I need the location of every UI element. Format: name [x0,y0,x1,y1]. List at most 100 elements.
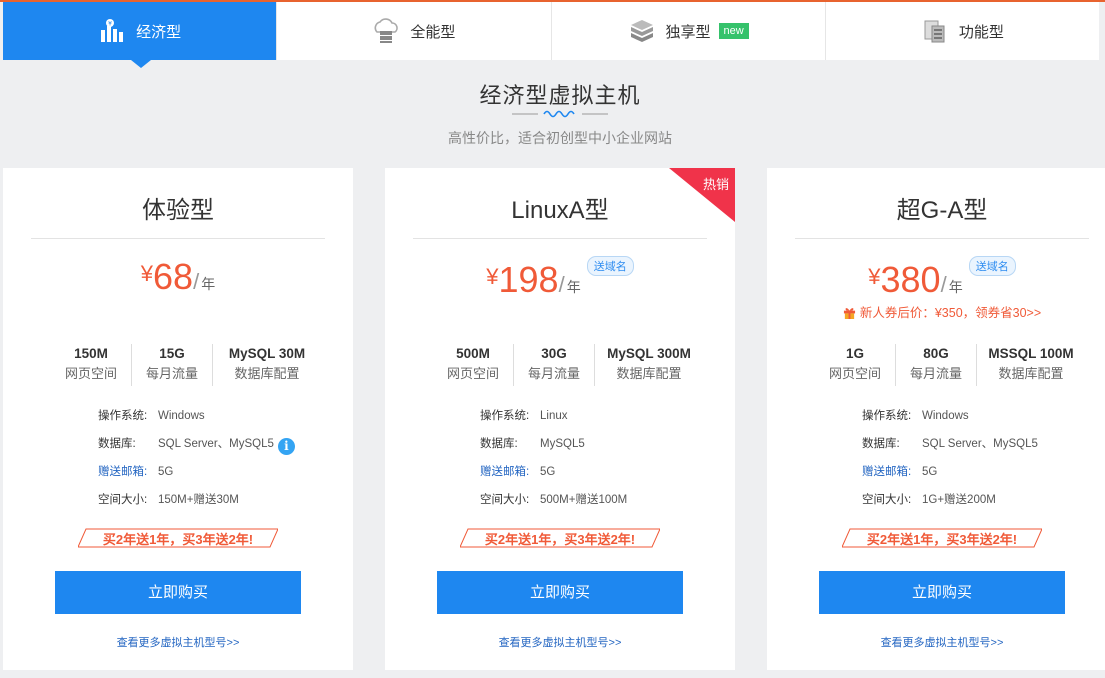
promo-ribbon: 买2年送1年，买3年送2年! [460,528,660,548]
detail-label-link[interactable]: 赠送邮箱: [480,462,540,490]
spec-web-space: 500M 网页空间 [433,344,514,386]
plan-price: ¥380/年送域名 [767,256,1105,301]
gift-icon [843,308,855,319]
divider [413,238,707,239]
detail-label: 操作系统: [862,410,912,422]
cloud-server-icon [374,18,399,43]
price-value: 68 [153,256,194,297]
section-title: 经济型虚拟主机 [479,83,641,108]
price-unit: 年 [948,279,963,295]
detail-row-email: 赠送邮箱: 5G [480,462,627,490]
coupon-link[interactable]: 新人券后价：¥350，领券省30>> [767,302,1105,321]
currency-symbol: ¥ [868,264,881,289]
detail-label-link[interactable]: 赠送邮箱: [98,462,158,490]
detail-label: 数据库: [98,438,136,450]
spec-traffic: 30G 每月流量 [514,344,595,386]
spec-value: MySQL 30M [228,346,306,361]
detail-value: Windows [922,410,969,422]
spec-web-space: 1G 网页空间 [815,344,896,386]
promo-ribbon: 买2年送1年，买3年送2年! [78,528,278,548]
currency-symbol: ¥ [486,264,499,289]
free-domain-badge: 送域名 [586,256,634,276]
tab-economy[interactable]: ¥ 经济型 [3,2,278,68]
plan-details: 操作系统: Windows 数据库: SQL Server、MySQL5 赠送邮箱:… [862,406,1038,518]
section-subtitle: 高性价比，适合初创型中小企业网站 [448,130,672,146]
detail-row-space: 空间大小: 1G+赠送200M [862,490,1038,518]
tab-label: 经济型 [136,23,182,41]
coupon-text: 新人券后价：¥350，领券省30>> [859,306,1042,320]
price-value: 198 [498,259,559,300]
spec-label: 数据库配置 [616,366,682,381]
price-slash: / [940,272,947,297]
spec-label: 每月流量 [527,366,580,381]
spec-label: 每月流量 [909,366,962,381]
detail-row-email: 赠送邮箱: 5G [862,462,1038,490]
detail-label: 空间大小: [98,494,148,506]
spec-label: 网页空间 [64,366,117,381]
divider [795,238,1089,239]
detail-value: 500M+赠送100M [540,494,628,506]
spec-label: 数据库配置 [998,366,1064,381]
spec-summary: 1G 网页空间 80G 每月流量 MSSQL 100M 数据库配置 [815,344,1085,386]
cube-stack-icon [630,20,653,42]
more-models-link[interactable]: 查看更多虚拟主机型号>> [767,634,1105,650]
plan-card-super-g-a: 超G-A型 ¥380/年送域名 新人券后价：¥350，领券省30>> 1G 网页空… [767,168,1105,670]
spec-traffic: 80G 每月流量 [896,344,977,386]
divider [31,238,325,239]
tab-label: 功能型 [958,23,1004,41]
detail-value: 1G+赠送200M [922,494,996,506]
detail-row-os: 操作系统: Windows [862,406,1038,434]
detail-row-database: 数据库: SQL Server、MySQL5 i [98,434,295,462]
price-slash: / [558,272,565,297]
promo-text: 买2年送1年，买3年送2年! [484,532,636,547]
spec-value: 80G [923,346,949,361]
tab-all-round[interactable]: 全能型 [277,2,552,60]
detail-value: 150M+赠送30M [158,494,239,506]
detail-row-os: 操作系统: Linux [480,406,627,434]
plan-details: 操作系统: Windows 数据库: SQL Server、MySQL5 i 赠送邮箱… [98,406,295,518]
spec-label: 每月流量 [145,366,198,381]
detail-value: SQL Server、MySQL5 [922,438,1038,450]
buy-now-button[interactable]: 立即购买 [437,571,683,614]
detail-value: SQL Server、MySQL5 i [158,434,295,462]
document-server-icon [924,20,945,43]
tab-label: 全能型 [410,23,456,41]
plan-price: ¥68/年 [3,256,353,298]
detail-label: 操作系统: [98,410,148,422]
plan-title: 体验型 [142,197,214,224]
tab-functional[interactable]: 功能型 [826,2,1099,60]
detail-value: 5G [158,466,174,478]
buy-now-button[interactable]: 立即购买 [819,571,1065,614]
bar-chart-icon: ¥ [101,19,124,42]
spec-value: 30G [541,346,567,361]
spec-database: MySQL 30M 数据库配置 [213,344,321,386]
promo-text: 买2年送1年，买3年送2年! [102,532,254,547]
detail-value-text: SQL Server、MySQL5 [158,438,274,450]
detail-row-email: 赠送邮箱: 5G [98,462,295,490]
more-models-link[interactable]: 查看更多虚拟主机型号>> [385,634,735,650]
detail-label-link[interactable]: 赠送邮箱: [862,462,922,490]
buy-now-button[interactable]: 立即购买 [55,571,301,614]
plan-card-linuxa: 热销 LinuxA型 ¥198/年送域名 500M 网页空间 30G 每月流量 My… [385,168,735,670]
currency-symbol: ¥ [140,261,154,286]
price-slash: / [193,269,200,294]
price-value: 380 [880,259,941,300]
spec-database: MSSQL 100M 数据库配置 [977,344,1085,386]
info-icon[interactable]: i [277,438,295,455]
more-models-link[interactable]: 查看更多虚拟主机型号>> [3,634,353,650]
spec-value: 15G [159,346,185,361]
plan-card-trial: 体验型 ¥68/年 150M 网页空间 15G 每月流量 MySQL 30M 数据库配… [3,168,353,670]
spec-database: MySQL 300M 数据库配置 [595,344,703,386]
spec-label: 网页空间 [828,366,881,381]
spec-traffic: 15G 每月流量 [132,344,213,386]
spec-summary: 150M 网页空间 15G 每月流量 MySQL 30M 数据库配置 [51,344,321,386]
spec-label: 数据库配置 [234,366,300,381]
detail-row-space: 空间大小: 150M+赠送30M [98,490,295,518]
detail-value: MySQL5 [540,438,585,450]
price-unit: 年 [566,279,581,295]
product-tabs: ¥ 经济型 全能型 独享型 new 功能型 [3,2,1099,68]
tab-dedicated[interactable]: 独享型 new [552,2,826,60]
price-unit: 年 [201,276,216,292]
svg-text:¥: ¥ [108,21,112,28]
plan-details: 操作系统: Linux 数据库: MySQL5 赠送邮箱: 5G 空间大小: 500M+… [480,406,627,518]
